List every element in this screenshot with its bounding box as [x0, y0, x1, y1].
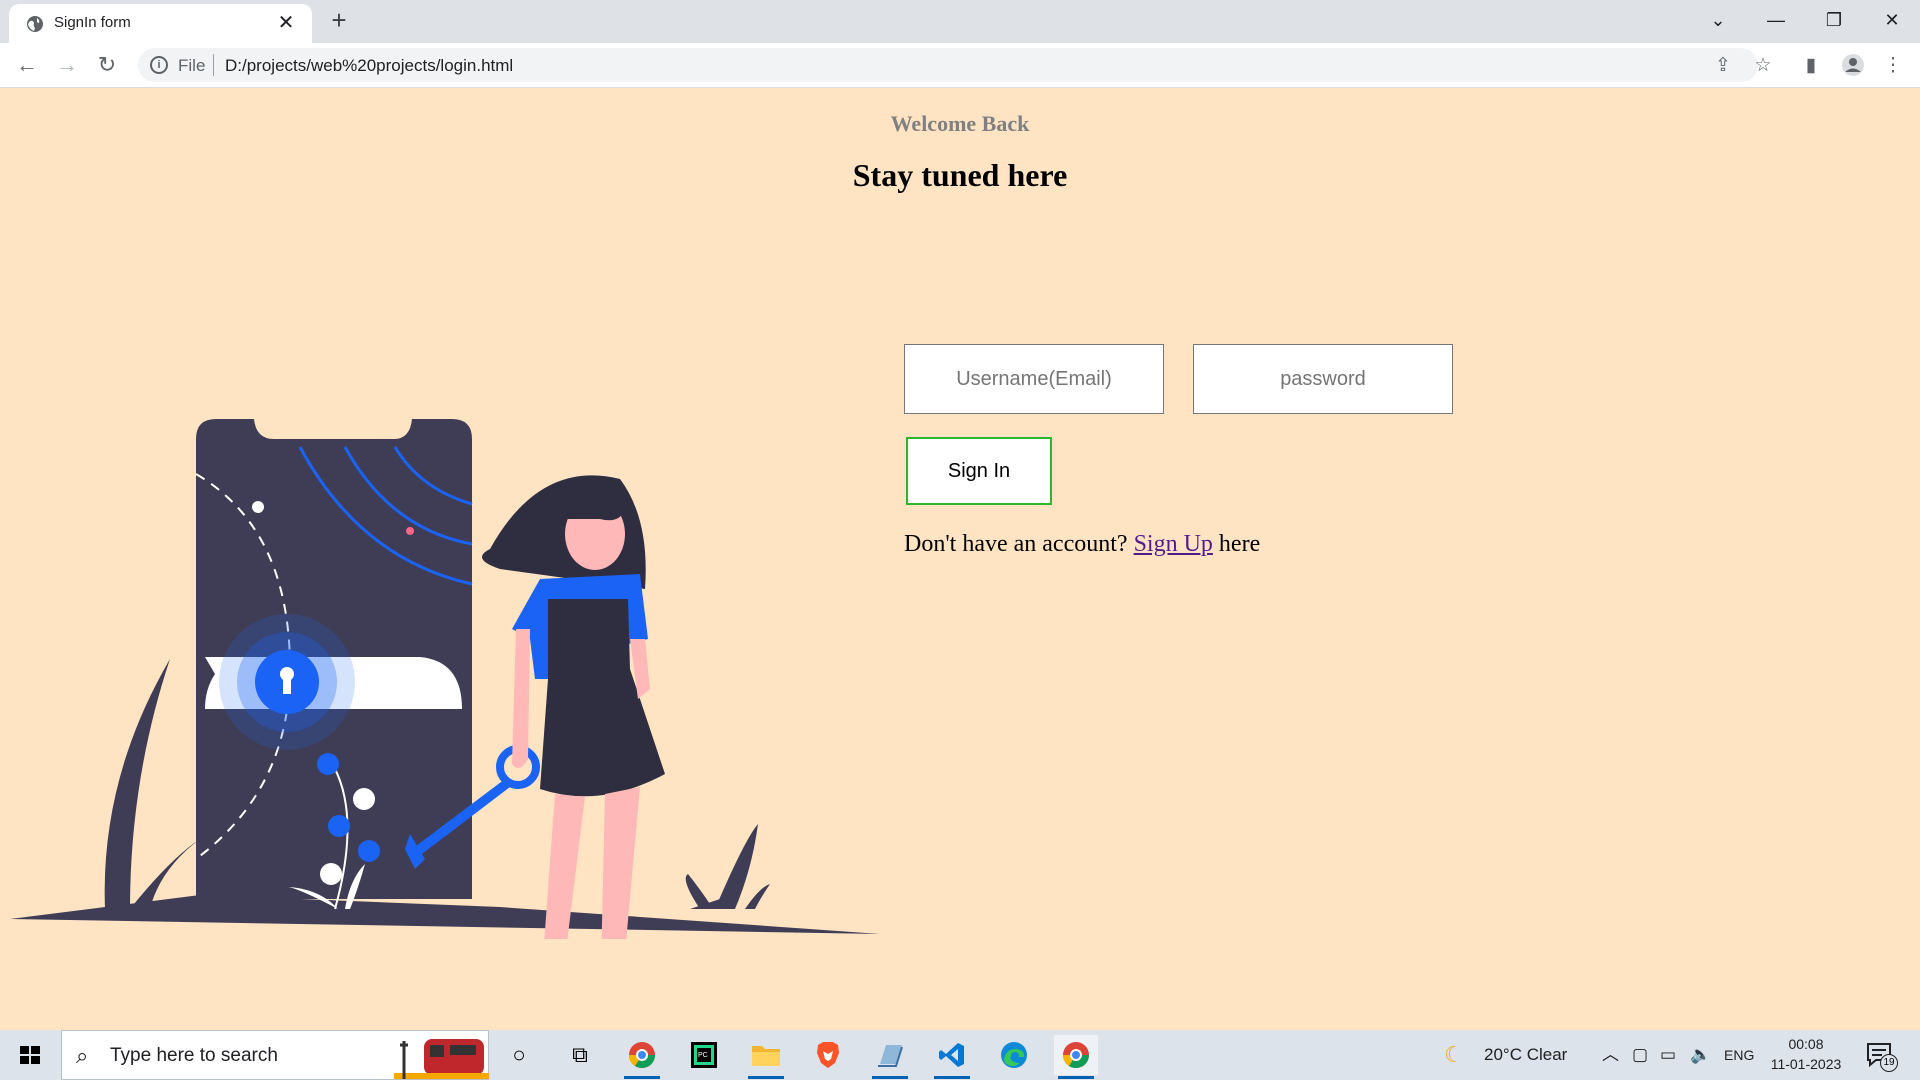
svg-text:PC: PC	[698, 1052, 708, 1059]
battery-icon[interactable]: ▭	[1660, 1030, 1676, 1080]
clock-date: 11-01-2023	[1770, 1056, 1842, 1072]
notification-count-badge: 19	[1880, 1054, 1898, 1072]
weather-moon-icon[interactable]: ☾	[1444, 1030, 1464, 1080]
chrome-profile-app-icon[interactable]	[620, 1035, 664, 1079]
clock-time: 00:08	[1788, 1036, 1824, 1052]
windows-logo-icon	[20, 1046, 40, 1064]
browser-tab[interactable]: SignIn form ✕	[9, 4, 312, 43]
tagline-heading: Stay tuned here	[852, 157, 1068, 193]
menu-icon[interactable]: ⋮	[1880, 53, 1906, 79]
notepad-app-icon[interactable]	[868, 1035, 912, 1079]
forward-icon[interactable]: →	[52, 50, 82, 80]
window-close-icon[interactable]: ✕	[1864, 0, 1920, 40]
login-page: Welcome Back Stay tuned here Username(Em…	[0, 89, 1920, 1030]
info-icon[interactable]: i	[150, 56, 168, 74]
notification-center-icon[interactable]: 19	[1866, 1042, 1898, 1072]
chrome-app-icon[interactable]	[1054, 1035, 1098, 1079]
signup-prompt-suffix: here	[1218, 531, 1261, 557]
tab-strip: SignIn form ✕ + ⌄ — ❐ ✕	[0, 0, 1920, 43]
tray-overflow-icon[interactable]: ︿	[1602, 1030, 1619, 1080]
globe-icon	[27, 16, 43, 32]
volume-icon[interactable]: 🔈	[1690, 1030, 1711, 1080]
address-bar[interactable]: i File D:/projects/web%20projects/login.…	[138, 48, 1758, 82]
restore-icon[interactable]: ❐	[1806, 0, 1862, 40]
share-icon[interactable]: ⇪	[1710, 53, 1736, 79]
divider	[213, 54, 214, 76]
file-explorer-app-icon[interactable]	[744, 1035, 788, 1079]
back-icon[interactable]: ←	[12, 50, 42, 80]
tab-title: SignIn form	[54, 14, 131, 31]
profile-icon[interactable]	[1840, 53, 1866, 79]
taskbar-search-box[interactable]: ⌕ Type here to search	[61, 1030, 489, 1080]
search-placeholder: Type here to search	[110, 1045, 278, 1066]
signup-link[interactable]: Sign Up	[1134, 531, 1213, 557]
signup-prompt: Don't have an account? Sign Up here	[904, 531, 1260, 558]
weather-text[interactable]: 20°C Clear	[1484, 1030, 1567, 1080]
browser-toolbar: ← → ↻ i File D:/projects/web%20projects/…	[0, 43, 1920, 88]
meet-now-icon[interactable]: ▢	[1632, 1030, 1648, 1080]
bookmark-star-icon[interactable]: ☆	[1750, 53, 1776, 79]
signup-prompt-prefix: Don't have an account?	[904, 531, 1128, 557]
scheme-label: File	[178, 56, 206, 75]
brave-app-icon[interactable]	[806, 1035, 850, 1075]
minimize-icon[interactable]: —	[1748, 0, 1804, 40]
signin-button[interactable]: Sign In	[906, 437, 1052, 505]
reload-icon[interactable]: ↻	[92, 50, 122, 80]
taskbar: ⌕ Type here to search ○ ⧉ PC ☾ 20°C Clea…	[0, 1030, 1920, 1080]
search-icon: ⌕	[76, 1043, 89, 1068]
edge-app-icon[interactable]	[992, 1035, 1036, 1075]
username-input[interactable]	[904, 344, 1164, 414]
cortana-icon[interactable]: ○	[497, 1035, 541, 1075]
task-view-icon[interactable]: ⧉	[558, 1035, 602, 1075]
vscode-app-icon[interactable]	[930, 1035, 974, 1079]
side-panel-icon[interactable]: ▮	[1798, 53, 1824, 79]
new-tab-button[interactable]: +	[325, 6, 353, 34]
pycharm-app-icon[interactable]: PC	[682, 1035, 726, 1075]
tab-close-icon[interactable]: ✕	[274, 11, 298, 35]
security-illustration	[10, 419, 880, 939]
welcome-heading: Welcome Back	[890, 111, 1030, 136]
system-clock[interactable]: 00:08 11-01-2023	[1764, 1034, 1848, 1074]
tab-search-icon[interactable]: ⌄	[1690, 0, 1746, 40]
password-input[interactable]	[1193, 344, 1453, 414]
language-indicator[interactable]: ENG	[1724, 1030, 1754, 1080]
url-text[interactable]: D:/projects/web%20projects/login.html	[225, 56, 513, 76]
search-highlight-train-icon	[394, 1039, 489, 1079]
windows-start-button[interactable]	[0, 1030, 60, 1080]
